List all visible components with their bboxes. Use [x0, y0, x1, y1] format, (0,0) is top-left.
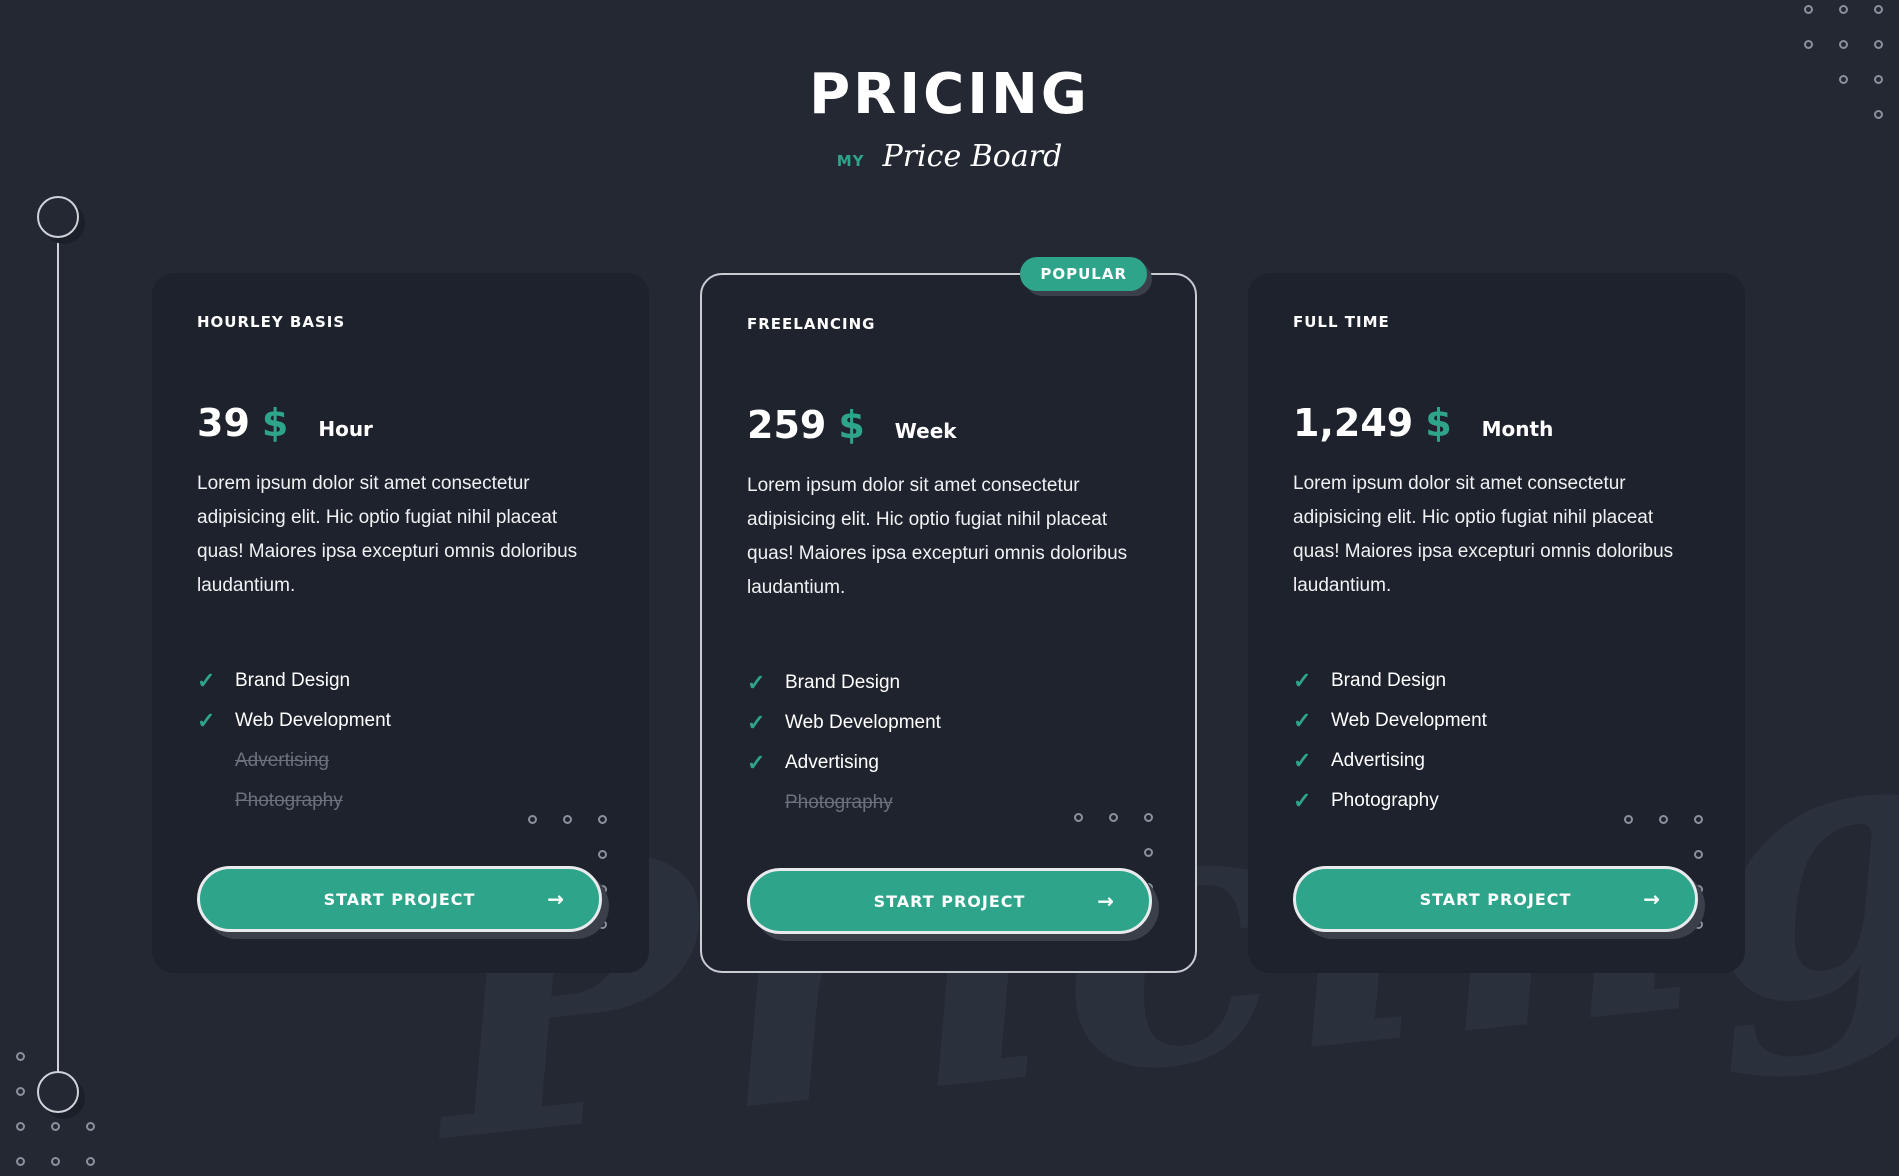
arrow-right-icon: →	[1643, 887, 1661, 911]
feature-label: Brand Design	[235, 670, 351, 691]
feature-item: ✓ Web Development	[1293, 701, 1700, 741]
currency-symbol: $	[261, 401, 289, 445]
feature-item: ✓ Web Development	[747, 703, 1150, 743]
pricing-card-freelancing: POPULAR FREELANCING 259 $ Week Lorem ips…	[700, 257, 1197, 973]
check-icon: ✓	[1293, 708, 1312, 733]
start-project-button[interactable]: START PROJECT →	[197, 866, 602, 932]
start-project-button[interactable]: START PROJECT →	[1293, 866, 1698, 932]
feature-label: Photography	[1331, 790, 1439, 811]
page-title: PRICING	[809, 62, 1090, 127]
check-icon: ✓	[747, 750, 766, 775]
plan-name: HOURLEY BASIS	[197, 313, 346, 331]
feature-item: ✓ Advertising	[1293, 741, 1700, 781]
subtitle-prefix: MY	[836, 152, 865, 170]
check-icon: ✓	[1293, 748, 1312, 773]
price-period: Week	[894, 419, 957, 443]
feature-list: ✓ Brand Design ✓ Web Development ✓ Advertis…	[747, 663, 1150, 823]
button-label: START PROJECT	[323, 889, 476, 909]
feature-label: Web Development	[785, 712, 941, 733]
pricing-cards: HOURLEY BASIS 39 $ Hour Lorem ipsum dolo…	[152, 257, 1748, 973]
check-icon: ✓	[1293, 788, 1312, 813]
feature-label: Photography	[235, 790, 343, 811]
feature-label: Advertising	[1331, 750, 1425, 771]
feature-label: Brand Design	[1331, 670, 1447, 691]
arrow-right-icon: →	[547, 887, 565, 911]
section-header: PRICING MY Price Board	[0, 62, 1899, 174]
pricing-card-full-time: FULL TIME 1,249 $ Month Lorem ipsum dolo…	[1248, 273, 1745, 973]
plan-description: Lorem ipsum dolor sit amet consectetur a…	[197, 473, 578, 596]
feature-item: ✓ Brand Design	[197, 661, 604, 701]
feature-label: Advertising	[235, 750, 329, 771]
price-row: 259 $ Week	[747, 403, 1150, 447]
button-label: START PROJECT	[1419, 889, 1572, 909]
price-period: Month	[1481, 417, 1554, 441]
price-period: Hour	[318, 417, 373, 441]
feature-label: Web Development	[1331, 710, 1487, 731]
arrow-right-icon: →	[1097, 889, 1115, 913]
check-icon: ✓	[1293, 668, 1312, 693]
feature-label: Brand Design	[785, 672, 901, 693]
price-row: 39 $ Hour	[197, 401, 604, 445]
currency-symbol: $	[838, 403, 865, 447]
feature-item: ✓ Brand Design	[747, 663, 1150, 703]
price-row: 1,249 $ Month	[1293, 401, 1700, 445]
start-project-button[interactable]: START PROJECT →	[747, 868, 1152, 934]
feature-list: ✓ Brand Design ✓ Web Development ✓Advertis…	[197, 661, 604, 821]
feature-label: Photography	[785, 792, 893, 813]
button-label: START PROJECT	[873, 891, 1026, 911]
timeline-line	[57, 238, 59, 1073]
subtitle-script: Price Board	[882, 139, 1063, 174]
feature-label: Advertising	[785, 752, 879, 773]
check-icon: ✓	[747, 670, 766, 695]
plan-description: Lorem ipsum dolor sit amet consectetur a…	[747, 475, 1128, 598]
timeline-node-bottom[interactable]	[37, 1071, 79, 1113]
feature-item: ✓ Web Development	[197, 701, 604, 741]
currency-symbol: $	[1425, 401, 1452, 445]
subtitle: MY Price Board	[0, 139, 1899, 174]
check-icon: ✓	[197, 668, 216, 693]
price-amount: 1,249	[1293, 401, 1414, 445]
plan-description: Lorem ipsum dolor sit amet consectetur a…	[1293, 473, 1674, 596]
price-amount: 39	[197, 401, 250, 445]
pricing-card-hourly: HOURLEY BASIS 39 $ Hour Lorem ipsum dolo…	[152, 273, 649, 973]
check-icon: ✓	[197, 708, 216, 733]
plan-name: FULL TIME	[1293, 313, 1390, 331]
feature-item: ✓ Advertising	[747, 743, 1150, 783]
feature-list: ✓ Brand Design ✓ Web Development ✓ Advertis…	[1293, 661, 1700, 821]
price-amount: 259	[747, 403, 827, 447]
timeline-node-top[interactable]	[37, 196, 79, 238]
feature-label: Web Development	[235, 710, 391, 731]
feature-item: ✓ Brand Design	[1293, 661, 1700, 701]
popular-badge: POPULAR	[1020, 257, 1147, 291]
check-icon: ✓	[747, 710, 766, 735]
plan-name: FREELANCING	[747, 315, 876, 333]
feature-item-disabled: ✓Advertising	[197, 741, 604, 781]
